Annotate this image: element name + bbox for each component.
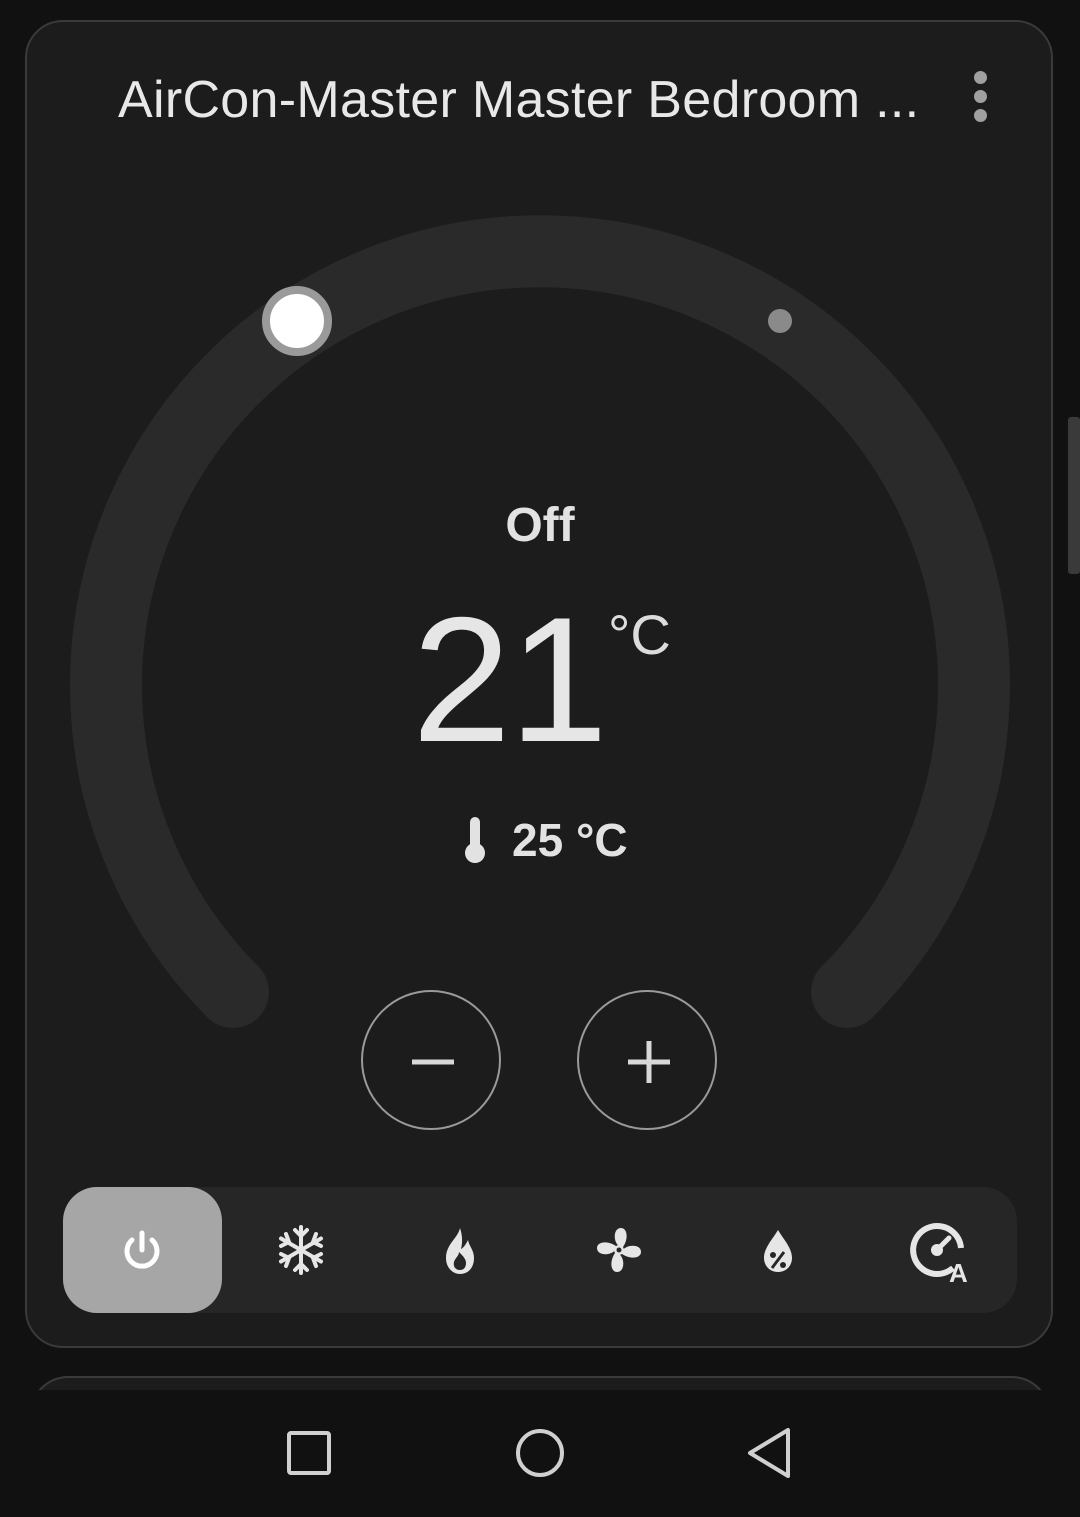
thermometer-icon [465,817,485,863]
more-options-button[interactable] [954,64,1008,128]
hvac-state-label: Off [505,499,575,552]
target-marker [768,309,792,333]
fire-icon [446,1228,474,1274]
recents-button[interactable] [264,1408,354,1498]
dial-thumb[interactable] [262,286,332,356]
plus-icon [628,1041,670,1083]
mode-dry-button[interactable] [699,1187,858,1313]
mode-heat-button[interactable] [381,1187,540,1313]
mode-auto-button[interactable]: A [858,1187,1017,1313]
dots-vertical-icon-dot [974,109,987,122]
decrease-temperature-button[interactable] [361,990,501,1130]
thermostat-auto-icon: A [910,1222,968,1288]
water-percent-icon [764,1230,792,1272]
home-button[interactable] [495,1408,585,1498]
triangle-back-icon [748,1428,790,1478]
target-temperature: 21 [412,580,608,779]
fan-icon [597,1228,641,1272]
current-temperature: 25 °C [460,810,628,870]
dots-vertical-icon-dot [974,90,987,103]
hvac-mode-bar: A [63,1187,1017,1313]
card-title: AirCon-Master Master Bedroom ... [118,71,920,129]
mode-cool-button[interactable] [222,1187,381,1313]
current-temperature-value: 25 °C [512,814,628,866]
mode-off-button[interactable] [63,1187,222,1313]
snowflake-icon [279,1225,323,1275]
target-temperature-unit: °C [608,603,671,666]
svg-text:A: A [949,1258,968,1288]
increase-temperature-button[interactable] [577,990,717,1130]
system-navigation-bar [0,1390,1080,1517]
dots-vertical-icon [974,71,987,84]
mode-fan-button[interactable] [540,1187,699,1313]
power-icon [124,1230,160,1269]
scrollbar-thumb[interactable] [1068,417,1080,574]
square-icon [287,1431,331,1475]
circle-icon [516,1429,564,1477]
minus-icon [412,1059,454,1065]
back-button[interactable] [726,1408,816,1498]
